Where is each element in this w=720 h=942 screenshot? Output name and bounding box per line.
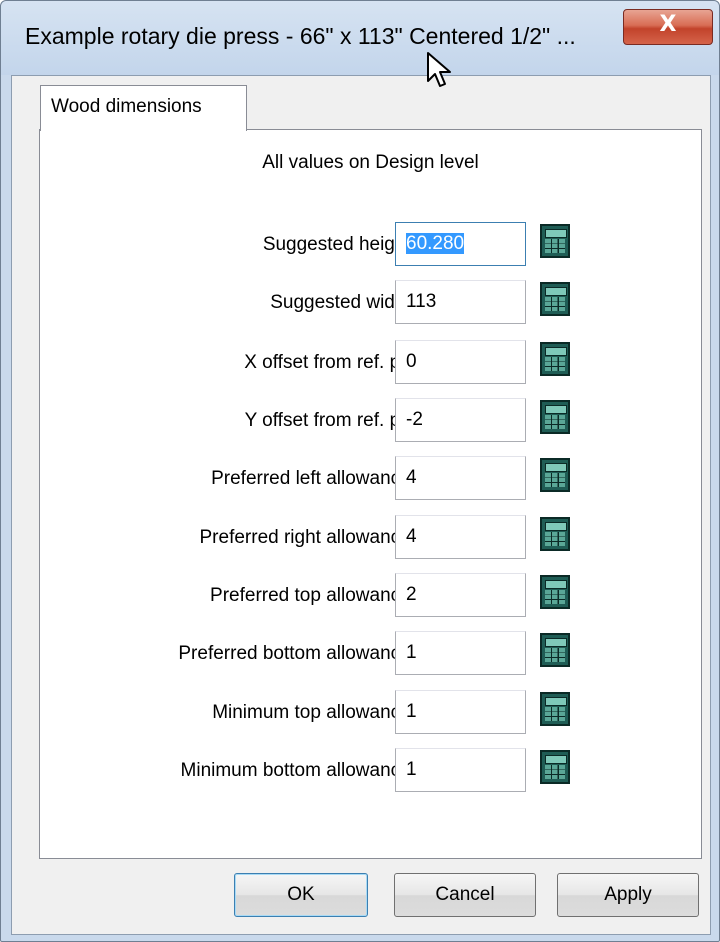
- x-offset-input[interactable]: 0: [395, 340, 526, 384]
- ok-button[interactable]: OK: [234, 873, 368, 917]
- minimum-top-allowance-input[interactable]: 1: [395, 690, 526, 734]
- design-level-note: All values on Design level: [262, 152, 479, 173]
- field-label: Preferred bottom allowance:: [178, 643, 416, 664]
- field-row-y-offset: Y offset from ref. pt.: -2: [40, 398, 701, 444]
- mouse-pointer-icon: [427, 52, 451, 87]
- calculator-icon[interactable]: [540, 575, 570, 609]
- field-row-minimum-bottom-allowance: Minimum bottom allowance: 1: [40, 748, 701, 794]
- preferred-bottom-allowance-input[interactable]: 1: [395, 631, 526, 675]
- field-value: 60.280: [406, 233, 465, 254]
- calculator-icon[interactable]: [540, 692, 570, 726]
- field-value: -2: [406, 409, 423, 430]
- field-row-x-offset: X offset from ref. pt.: 0: [40, 340, 701, 386]
- field-label: Minimum bottom allowance:: [180, 760, 416, 781]
- y-offset-input[interactable]: -2: [395, 398, 526, 442]
- cancel-button[interactable]: Cancel: [394, 873, 536, 917]
- field-row-suggested-width: Suggested width: 113: [40, 280, 701, 326]
- calculator-icon[interactable]: [540, 633, 570, 667]
- title-bar[interactable]: Example rotary die press - 66" x 113" Ce…: [1, 1, 719, 75]
- field-value: 4: [406, 526, 417, 547]
- field-value: 1: [406, 759, 417, 780]
- field-value: 0: [406, 351, 417, 372]
- field-label: Preferred left allowance:: [211, 468, 416, 489]
- calculator-icon[interactable]: [540, 282, 570, 316]
- suggested-width-input[interactable]: 113: [395, 280, 526, 324]
- preferred-top-allowance-input[interactable]: 2: [395, 573, 526, 617]
- field-row-preferred-right-allowance: Preferred right allowance: 4: [40, 515, 701, 561]
- field-row-minimum-top-allowance: Minimum top allowance: 1: [40, 690, 701, 736]
- apply-button[interactable]: Apply: [557, 873, 699, 917]
- calculator-icon[interactable]: [540, 458, 570, 492]
- suggested-height-input[interactable]: 60.280: [395, 222, 526, 266]
- field-value: 113: [406, 291, 437, 312]
- field-label: Minimum top allowance:: [212, 702, 416, 723]
- field-label: Preferred top allowance:: [210, 585, 416, 606]
- close-icon: X: [659, 12, 677, 37]
- tab-panel: All values on Design level Suggested hei…: [39, 129, 702, 859]
- calculator-icon[interactable]: [540, 517, 570, 551]
- preferred-right-allowance-input[interactable]: 4: [395, 515, 526, 559]
- dialog-window: Example rotary die press - 66" x 113" Ce…: [0, 0, 720, 942]
- tab-label: Wood dimensions: [51, 96, 202, 117]
- calculator-icon[interactable]: [540, 342, 570, 376]
- minimum-bottom-allowance-input[interactable]: 1: [395, 748, 526, 792]
- field-value: 4: [406, 467, 417, 488]
- preferred-left-allowance-input[interactable]: 4: [395, 456, 526, 500]
- field-label: Y offset from ref. pt.:: [244, 410, 416, 431]
- field-row-preferred-bottom-allowance: Preferred bottom allowance: 1: [40, 631, 701, 677]
- field-value: 2: [406, 584, 417, 605]
- window-title: Example rotary die press - 66" x 113" Ce…: [25, 23, 576, 49]
- calculator-icon[interactable]: [540, 750, 570, 784]
- field-row-preferred-left-allowance: Preferred left allowance: 4: [40, 456, 701, 502]
- field-value: 1: [406, 701, 417, 722]
- field-label: Suggested height:: [262, 234, 416, 255]
- dialog-client-area: Wood dimensions All values on Design lev…: [11, 75, 711, 935]
- close-button[interactable]: X: [623, 9, 713, 45]
- field-row-preferred-top-allowance: Preferred top allowance: 2: [40, 573, 701, 619]
- tab-wood-dimensions[interactable]: Wood dimensions: [40, 85, 247, 131]
- field-label: X offset from ref. pt.:: [244, 352, 416, 373]
- field-row-suggested-height: Suggested height: 60.280: [40, 222, 701, 268]
- field-value: 1: [406, 642, 417, 663]
- calculator-icon[interactable]: [540, 224, 570, 258]
- field-label: Preferred right allowance:: [199, 527, 417, 548]
- calculator-icon[interactable]: [540, 400, 570, 434]
